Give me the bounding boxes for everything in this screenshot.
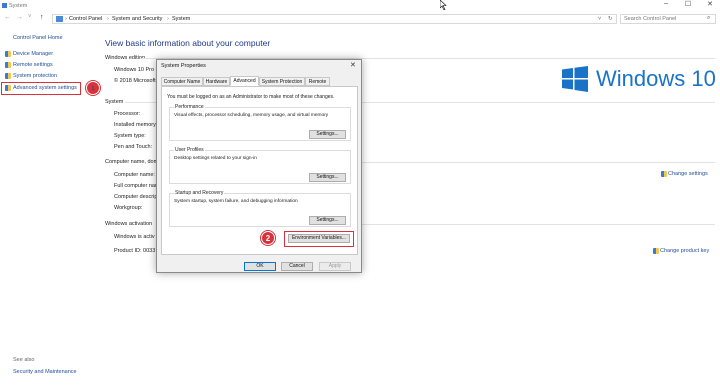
close-button[interactable]: ✕ [704,0,716,10]
admin-note: You must be logged on as an Administrato… [167,94,335,100]
copyright-text: © 2018 Microsoft [114,78,156,84]
system-type-label: System type: [114,133,146,139]
step-2-badge: 2 [261,231,275,245]
cancel-button[interactable]: Cancel [281,262,313,271]
shield-icon [5,73,11,79]
tab-advanced[interactable]: Advanced [230,76,259,86]
environment-variables-button[interactable]: Environment Variables... [288,234,350,243]
system-header: System [105,99,124,105]
system-properties-dialog: System Properties ✕ Computer Name Hardwa… [156,59,362,273]
performance-group-title: Performance [174,104,205,110]
tab-hardware[interactable]: Hardware [203,77,230,86]
startup-recovery-settings-button[interactable]: Settings... [309,216,346,225]
system-app-icon [2,3,7,8]
ok-button[interactable]: OK [244,262,276,271]
tab-remote[interactable]: Remote [305,77,330,86]
product-id: Product ID: 0033 [114,248,156,254]
sidebar-item-device-manager[interactable]: Device Manager [13,51,53,57]
apply-button[interactable]: Apply [319,262,351,271]
activation-status: Windows is activ [114,234,155,240]
tab-system-protection[interactable]: System Protection [259,77,305,86]
breadcrumb-separator: › [65,16,67,22]
breadcrumb-separator: › [167,16,169,22]
forward-arrow-icon[interactable]: → [16,14,23,21]
step-1-badge: 1 [86,81,100,95]
breadcrumb-control-panel[interactable]: Control Panel [69,16,102,22]
performance-settings-button[interactable]: Settings... [309,130,346,139]
search-input[interactable]: Search Control Panel ⌕ [620,14,716,24]
dialog-close-button[interactable]: ✕ [350,61,356,69]
change-settings-link[interactable]: Change settings [668,171,708,177]
advanced-tab-panel: You must be logged on as an Administrato… [161,86,358,255]
control-panel-icon [56,16,63,22]
windows-activation-header: Windows activation [105,221,153,227]
shield-icon [661,171,667,177]
address-dropdown-icon[interactable]: ˅ [598,16,601,22]
page-title: View basic information about your comput… [105,38,271,48]
see-also-security-and-maintenance[interactable]: Security and Maintenance [13,369,77,375]
search-icon: ⌕ [707,15,711,21]
minimize-button[interactable]: – [660,0,672,10]
full-computer-name-label: Full computer nam [114,183,160,189]
sidebar-item-system-protection[interactable]: System protection [13,73,57,79]
windows-edition-value: Windows 10 Pro [114,67,155,73]
windows-logo-icon [562,66,588,92]
maximize-button[interactable]: ☐ [682,0,694,10]
breadcrumb-system[interactable]: System [172,16,190,22]
installed-memory-label: Installed memory [114,122,156,128]
computer-name-header: Computer name, dom [105,159,159,165]
shield-icon [5,51,11,57]
breadcrumb[interactable]: › Control Panel › System and Security › … [52,14,617,24]
title-bar: System – ☐ ✕ [0,0,720,12]
up-arrow-icon[interactable]: ↑ [40,14,44,21]
address-bar: ← → ˅ ↑ › Control Panel › System and Sec… [0,12,720,26]
refresh-icon[interactable]: ↻ [608,16,613,22]
performance-description: Visual effects, processor scheduling, me… [174,113,329,118]
shield-icon [5,62,11,68]
pen-and-touch-label: Pen and Touch: [114,144,153,150]
shield-icon [653,248,659,254]
recent-locations-chevron-icon[interactable]: ˅ [28,14,32,20]
see-also-heading: See also [13,357,35,363]
startup-recovery-description: System startup, system failure, and debu… [174,199,298,204]
breadcrumb-system-and-security[interactable]: System and Security [112,16,162,22]
sidebar-home-link[interactable]: Control Panel Home [13,35,63,41]
window-title: System [9,3,28,9]
performance-group: Performance Visual effects, processor sc… [169,104,351,141]
sidebar-item-advanced-system-settings[interactable]: Advanced system settings [13,85,77,91]
processor-label: Processor: [114,111,141,117]
search-placeholder: Search Control Panel [624,16,677,22]
computer-name-label: Computer name: [114,172,155,178]
sidebar-item-remote-settings[interactable]: Remote settings [13,62,53,68]
user-profiles-settings-button[interactable]: Settings... [309,173,346,182]
user-profiles-description: Desktop settings related to your sign-in [174,156,257,161]
breadcrumb-separator: › [107,16,109,22]
user-profiles-group-title: User Profiles [174,147,205,153]
windows-10-wordmark: Windows 10 [596,66,716,91]
tab-computer-name[interactable]: Computer Name [161,77,203,86]
workgroup-label: Workgroup: [114,205,143,211]
user-profiles-group: User Profiles Desktop settings related t… [169,147,351,184]
startup-recovery-group-title: Startup and Recovery [174,190,225,196]
shield-icon [5,85,11,91]
back-arrow-icon[interactable]: ← [4,14,11,21]
windows-10-brand: Windows 10 [562,66,716,94]
mouse-cursor-icon [440,0,447,10]
change-product-key-link[interactable]: Change product key [660,248,709,254]
startup-recovery-group: Startup and Recovery System startup, sys… [169,190,351,227]
dialog-title: System Properties [161,63,206,69]
computer-description-label: Computer descript [114,194,159,200]
